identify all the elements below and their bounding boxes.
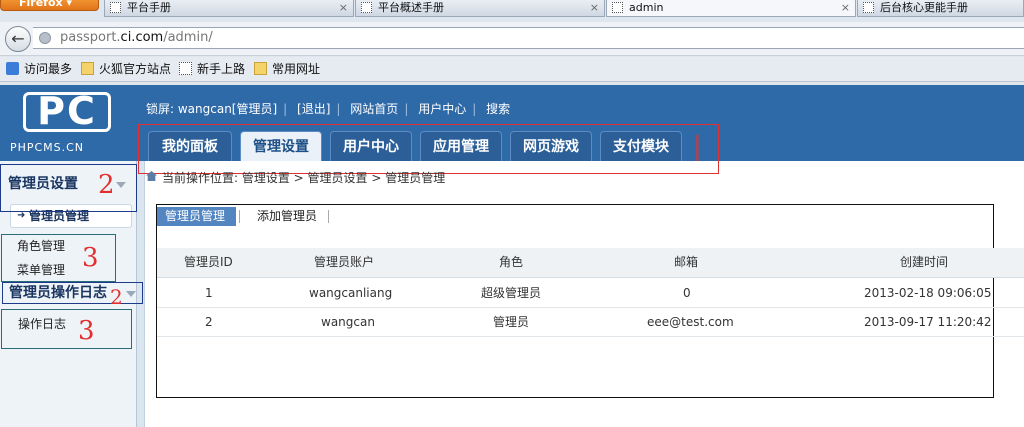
annotation-box-blue <box>0 164 137 212</box>
close-icon[interactable]: × <box>339 0 348 15</box>
browser-tab[interactable]: 平台概述手册 × <box>355 0 605 17</box>
page-icon <box>110 2 121 13</box>
cell-email: 0 <box>683 286 691 300</box>
close-icon[interactable]: × <box>590 0 599 15</box>
table-row: 1 wangcanliang 超级管理员 0 2013-02-18 09:06:… <box>157 279 1024 308</box>
url-path: /admin/ <box>163 30 213 45</box>
browser-tab[interactable]: 后台核心更能手册 <box>857 0 1024 17</box>
tab-title: 后台核心更能手册 <box>880 1 968 14</box>
bookmark-most-visited[interactable]: 访问最多 <box>4 61 72 77</box>
close-icon[interactable]: × <box>841 0 850 15</box>
logo-mark: PC <box>23 92 111 132</box>
bookmark-label: 常用网址 <box>272 62 321 76</box>
cell-role: 超级管理员 <box>481 286 542 300</box>
separator: | <box>472 102 477 116</box>
cell-admin-id: 2 <box>205 315 213 329</box>
bookmark-getting-started[interactable]: 新手上路 <box>177 61 245 77</box>
divider <box>239 210 240 223</box>
column-header-admin-id: 管理员ID <box>184 255 233 269</box>
bookmarks-toolbar: 访问最多 火狐官方站点 新手上路 常用网址 <box>0 57 1024 82</box>
cell-role: 管理员 <box>493 315 530 329</box>
annotation-mark: 2 <box>98 170 115 200</box>
annotation-box-red <box>138 124 719 174</box>
column-header-role: 角色 <box>499 255 524 269</box>
page-icon <box>361 2 372 13</box>
annotation-box-teal <box>1 234 116 282</box>
lock-screen-user[interactable]: 锁屏: wangcan[管理员] <box>146 100 277 117</box>
bookmark-label: 火狐官方站点 <box>99 62 172 76</box>
separator: | <box>283 102 288 116</box>
column-header-created: 创建时间 <box>900 255 949 269</box>
subtab-admin-management[interactable]: 管理员管理 <box>157 207 240 226</box>
bookmark-label: 访问最多 <box>24 62 73 76</box>
annotation-box-teal <box>1 309 132 349</box>
annotation-mark: 3 <box>78 316 95 346</box>
folder-icon <box>254 62 267 75</box>
annotation-mark: 3 <box>82 243 99 273</box>
firefox-menu-button[interactable]: Firefox ▾ <box>0 0 99 11</box>
cell-admin-id: 1 <box>205 286 213 300</box>
cell-account: wangcan <box>321 315 375 329</box>
breadcrumb-text: 当前操作位置: 管理设置 > 管理员设置 > 管理员管理 <box>162 171 446 185</box>
cell-created: 2013-02-18 09:06:05 <box>864 286 992 300</box>
browser-tab-active[interactable]: admin × <box>606 0 856 17</box>
cell-account: wangcanliang <box>309 286 393 300</box>
cell-created: 2013-09-17 11:20:42 <box>864 315 992 329</box>
tab-title: 平台概述手册 <box>378 1 444 14</box>
subtab-label: 管理员管理 <box>165 209 226 223</box>
phpcms-logo[interactable]: PC <box>23 92 111 144</box>
divider <box>328 210 330 223</box>
annotation-mark: | <box>693 132 702 162</box>
page-icon <box>179 62 192 75</box>
most-visited-icon <box>6 62 19 75</box>
home-icon <box>146 171 157 181</box>
subtab-add-admin[interactable]: 添加管理员 <box>249 207 330 226</box>
table-row: 2 wangcan 管理员 eee@test.com 2013-09-17 11… <box>157 308 1024 337</box>
breadcrumb: 当前操作位置: 管理设置 > 管理员设置 > 管理员管理 <box>146 169 445 186</box>
url-host: ci.com <box>120 30 164 45</box>
bookmark-common-sites[interactable]: 常用网址 <box>252 61 320 77</box>
column-header-account: 管理员账户 <box>314 255 375 269</box>
browser-tab[interactable]: 平台手册 × <box>104 0 354 17</box>
table-header: 管理员ID 管理员账户 角色 邮箱 创建时间 <box>157 248 1024 278</box>
separator: | <box>404 102 409 116</box>
cell-email: eee@test.com <box>647 315 734 329</box>
tab-title: admin <box>629 1 664 14</box>
search-link[interactable]: 搜索 <box>486 100 510 117</box>
logout-link[interactable]: [退出] <box>297 100 330 117</box>
annotation-mark: 2 <box>110 285 123 309</box>
url-prefix: passport. <box>60 30 121 45</box>
globe-icon <box>39 32 51 44</box>
logo-text: PHPCMS.CN <box>9 141 85 154</box>
site-home-link[interactable]: 网站首页 <box>350 100 398 117</box>
bookmark-label: 新手上路 <box>197 62 246 76</box>
url-bar[interactable]: passport.ci.com/admin/ <box>33 27 1024 49</box>
folder-icon <box>81 62 94 75</box>
bookmark-firefox-site[interactable]: 火狐官方站点 <box>79 61 171 77</box>
top-links: 锁屏: wangcan[管理员] | [退出] | 网站首页 | 用户中心 | 搜索 <box>146 100 516 117</box>
subtab-label: 添加管理员 <box>257 209 318 223</box>
back-button[interactable]: ← <box>5 26 31 52</box>
tab-title: 平台手册 <box>127 1 171 14</box>
page-icon <box>863 2 874 13</box>
column-header-email: 邮箱 <box>674 255 699 269</box>
page-icon <box>612 2 623 13</box>
separator: | <box>336 102 341 116</box>
user-center-link[interactable]: 用户中心 <box>418 100 466 117</box>
